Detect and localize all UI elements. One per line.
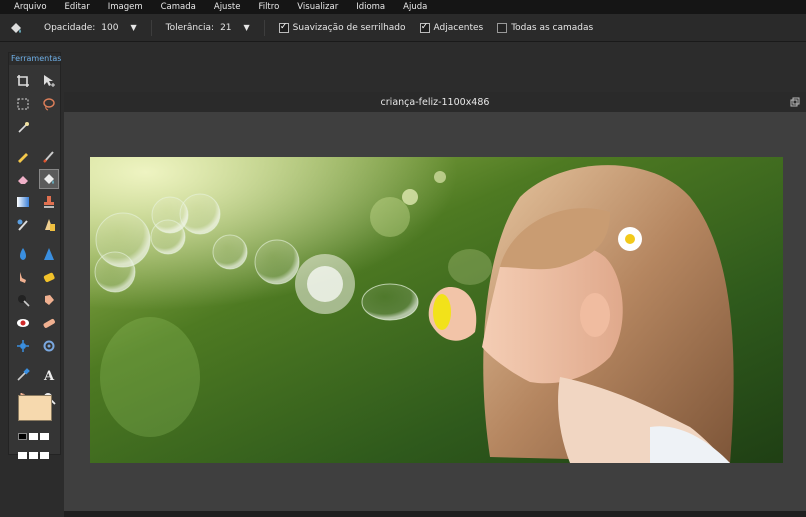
all-layers-label: Todas as camadas [511,22,594,33]
pencil-icon[interactable] [13,146,33,166]
white-swatch[interactable] [18,452,27,459]
white-swatch[interactable] [40,433,49,440]
tool-row [13,167,59,190]
marquee-icon[interactable] [13,94,33,114]
opacity-dropdown-icon[interactable]: ▼ [130,23,136,32]
menu-editar[interactable]: Editar [65,2,90,12]
tolerance-value[interactable]: 21 [220,23,231,33]
tool-row [13,144,59,167]
check-icon: ✓ [419,22,430,33]
document-titlebar[interactable]: criança-feliz-1100x486 [64,92,806,112]
brush-icon[interactable] [39,146,59,166]
tool-options-bar: Opacidade: 100 ▼ Tolerância: 21 ▼ ✓ Suav… [0,14,806,42]
tool-row [13,115,59,138]
move-icon[interactable] [39,71,59,91]
divider [263,19,265,36]
tolerance-label: Tolerância: [165,22,215,33]
unchecked-box-icon [497,22,508,33]
tool-row [13,69,59,92]
smudge-icon[interactable] [13,267,33,287]
menu-camada[interactable]: Camada [161,2,196,12]
all-layers-checkbox[interactable]: Todas as camadas [497,22,594,33]
photo-girl-blowing-bubbles [90,157,783,463]
color-replace-icon[interactable] [13,215,33,235]
divider [150,19,152,36]
menu-idioma[interactable]: Idioma [356,2,385,12]
lasso-icon[interactable] [39,94,59,114]
document-window: criança-feliz-1100x486 [64,92,806,517]
image-canvas[interactable] [90,157,783,463]
tolerance-dropdown-icon[interactable]: ▼ [244,23,250,32]
gradient-icon[interactable] [13,192,33,212]
tool-row [13,92,59,115]
status-bar [64,511,806,517]
tool-row: A [13,363,59,386]
antialias-checkbox[interactable]: ✓ Suavização de serrilhado [278,22,406,33]
eraser-icon[interactable] [13,169,33,189]
menu-ajuste[interactable]: Ajuste [214,2,241,12]
tool-row [13,213,59,236]
drop-icon[interactable] [13,244,33,264]
menu-visualizar[interactable]: Visualizar [297,2,338,12]
white-swatch[interactable] [29,452,38,459]
crop-icon[interactable] [13,71,33,91]
tool-grid: A [13,69,59,409]
opacity-label: Opacidade: [44,22,96,33]
tool-row [13,288,59,311]
white-swatch[interactable] [29,433,38,440]
tool-row [13,265,59,288]
text-icon[interactable]: A [39,365,59,385]
bandage-icon[interactable] [39,313,59,333]
triangle-icon[interactable] [39,244,59,264]
toolbox-panel: Ferramentas A [8,52,62,459]
tool-row [13,242,59,265]
menu-bar: Arquivo Editar Imagem Camada Ajuste Filt… [0,0,806,14]
foreground-color-swatch[interactable] [18,395,52,421]
check-icon: ✓ [278,22,289,33]
toolbox-title: Ferramentas [9,53,62,65]
tool-row [13,334,59,357]
menu-imagem[interactable]: Imagem [108,2,143,12]
restore-window-icon[interactable] [790,97,800,107]
bloat-icon[interactable] [13,336,33,356]
tool-row [13,190,59,213]
opacity-value[interactable]: 100 [101,23,118,33]
magic-wand-icon[interactable] [13,117,33,137]
document-title: criança-feliz-1100x486 [380,96,490,108]
clone-stamp-icon[interactable] [39,192,59,212]
white-swatch[interactable] [40,452,49,459]
paint-bucket-icon [8,20,24,36]
contiguous-label: Adjacentes [433,22,484,33]
color-swatch-mini-grid[interactable] [17,426,55,464]
red-eye-icon[interactable] [13,313,33,333]
color-picker-icon[interactable] [13,365,33,385]
dodge-icon[interactable] [39,290,59,310]
contiguous-checkbox[interactable]: ✓ Adjacentes [419,22,484,33]
paint-bucket-icon[interactable] [39,168,59,189]
sharpen-icon[interactable] [39,215,59,235]
empty-tool-slot [39,117,59,137]
antialias-label: Suavização de serrilhado [292,22,406,33]
svg-text:A: A [43,369,55,382]
menu-ajuda[interactable]: Ajuda [403,2,427,12]
menu-filtro[interactable]: Filtro [258,2,279,12]
black-swatch[interactable] [18,433,27,440]
burn-icon[interactable] [13,290,33,310]
sponge-icon[interactable] [39,267,59,287]
pinch-icon[interactable] [39,336,59,356]
tool-row [13,311,59,334]
menu-arquivo[interactable]: Arquivo [14,2,47,12]
